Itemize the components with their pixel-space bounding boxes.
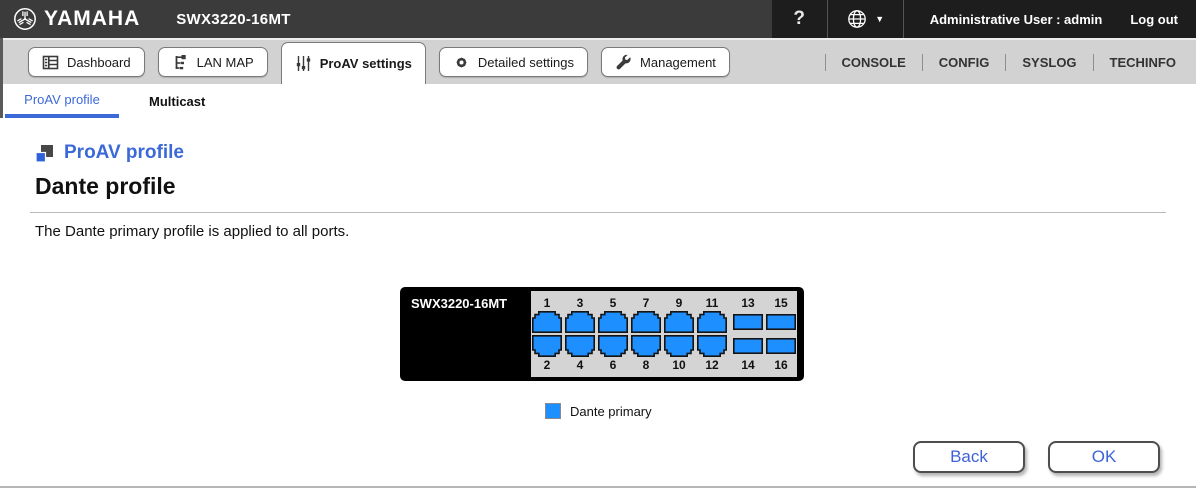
ok-button[interactable]: OK	[1048, 441, 1160, 473]
port-number-5: 5	[609, 296, 617, 310]
port-number-1: 1	[543, 296, 551, 310]
port-column-7-8: 7 8	[631, 296, 661, 372]
port-2	[532, 335, 562, 357]
port-number-6: 6	[609, 358, 617, 372]
quick-link-techinfo[interactable]: TECHINFO	[1094, 55, 1192, 70]
switch-model-label: SWX3220-16MT	[411, 296, 508, 311]
quick-link-console[interactable]: CONSOLE	[826, 55, 922, 70]
sub-tab-bar: ProAV profile Multicast	[0, 84, 1196, 118]
port-number-12: 12	[705, 358, 719, 372]
legend-label: Dante primary	[570, 403, 652, 419]
port-5	[598, 311, 628, 333]
port-11	[697, 311, 727, 333]
header-right: ? ▼ Administrative User : admin Log out	[771, 0, 1196, 38]
section-title: ProAV profile	[35, 142, 184, 164]
subtab-multicast[interactable]: Multicast	[141, 84, 213, 118]
tab-proav-settings[interactable]: ProAV settings	[280, 42, 426, 84]
port-number-10: 10	[672, 358, 686, 372]
brand: YAMAHA	[0, 7, 140, 31]
tab-management[interactable]: Management	[601, 47, 730, 77]
port-10	[664, 335, 694, 357]
port-number-9: 9	[675, 296, 683, 310]
port-column-15-16: 15 16	[766, 296, 796, 372]
tab-strip: Dashboard LAN MAP ProAV settings Detaile…	[28, 40, 743, 84]
port-column-3-4: 3 4	[565, 296, 595, 372]
legend: Dante primary	[545, 403, 652, 419]
port-number-7: 7	[642, 296, 650, 310]
caret-down-icon: ▼	[875, 14, 885, 24]
session-area: Administrative User : admin Log out	[904, 0, 1196, 38]
port-number-8: 8	[642, 358, 650, 372]
wrench-icon	[615, 54, 632, 71]
port-column-5-6: 5 6	[598, 296, 628, 372]
tab-label: LAN MAP	[196, 54, 254, 70]
section-heading: Dante profile	[35, 173, 176, 199]
logout-button[interactable]: Log out	[1130, 12, 1178, 27]
port-number-14: 14	[741, 358, 755, 372]
tab-label: ProAV settings	[319, 56, 412, 71]
header-bar: YAMAHA SWX3220-16MT ? ▼ Administrative U…	[0, 0, 1196, 38]
port-column-9-10: 9 10	[664, 296, 694, 372]
port-3	[565, 311, 595, 333]
help-button[interactable]: ?	[772, 0, 828, 38]
port-1	[532, 311, 562, 333]
dashboard-icon	[42, 54, 59, 71]
port-number-2: 2	[543, 358, 551, 372]
tab-label: Management	[640, 54, 716, 70]
description-text: The Dante primary profile is applied to …	[35, 223, 350, 240]
legend-swatch	[545, 403, 561, 419]
app-window: YAMAHA SWX3220-16MT ? ▼ Administrative U…	[0, 0, 1196, 488]
port-14	[733, 335, 763, 357]
port-13	[733, 311, 763, 333]
device-model-label: SWX3220-16MT	[176, 10, 291, 28]
tab-label: Dashboard	[67, 54, 131, 70]
port-15	[766, 311, 796, 333]
divider	[30, 212, 1166, 213]
tab-label: Detailed settings	[477, 54, 575, 70]
quick-links: CONSOLE CONFIG SYSLOG TECHINFO	[824, 40, 1196, 84]
port-12	[697, 335, 727, 357]
brand-name: YAMAHA	[44, 7, 141, 30]
yamaha-logo-icon	[13, 7, 37, 31]
page-title: ProAV profile	[64, 142, 184, 163]
port-number-16: 16	[774, 358, 788, 372]
switch-graphic: SWX3220-16MT 1 23 45 67 89 10 11 12 13 14 1…	[400, 287, 804, 381]
port-number-3: 3	[576, 296, 584, 310]
port-column-1-2: 1 2	[532, 296, 562, 372]
gear-icon	[453, 54, 470, 71]
left-edge-strip	[0, 38, 3, 118]
subtab-proav-profile[interactable]: ProAV profile	[5, 84, 119, 118]
port-6	[598, 335, 628, 357]
main-tab-bar: Dashboard LAN MAP ProAV settings Detaile…	[0, 38, 1196, 84]
language-button[interactable]: ▼	[828, 0, 904, 38]
globe-icon	[846, 8, 868, 30]
tab-lan-map[interactable]: LAN MAP	[157, 47, 268, 77]
lan-map-icon	[172, 54, 189, 71]
logged-in-user-label: Administrative User : admin	[929, 11, 1103, 27]
port-8	[631, 335, 661, 357]
port-panel: 1 23 45 67 89 10 11 12 13 14 15 16	[531, 291, 797, 377]
tab-dashboard[interactable]: Dashboard	[28, 47, 145, 77]
tab-detailed-settings[interactable]: Detailed settings	[438, 47, 589, 77]
quick-link-config[interactable]: CONFIG	[923, 55, 1006, 70]
port-column-13-14: 13 14	[733, 296, 763, 372]
quick-link-syslog[interactable]: SYSLOG	[1006, 55, 1092, 70]
back-button[interactable]: Back	[913, 441, 1025, 473]
port-column-11-12: 11 12	[697, 296, 727, 372]
port-number-4: 4	[576, 358, 584, 372]
port-number-15: 15	[774, 296, 788, 310]
port-number-13: 13	[741, 296, 755, 310]
port-7	[631, 311, 661, 333]
port-16	[766, 335, 796, 357]
port-4	[565, 335, 595, 357]
proav-profile-icon	[35, 144, 54, 163]
port-9	[664, 311, 694, 333]
sliders-icon	[295, 55, 312, 72]
button-row: Back OK	[913, 441, 1160, 473]
port-number-11: 11	[705, 296, 719, 310]
